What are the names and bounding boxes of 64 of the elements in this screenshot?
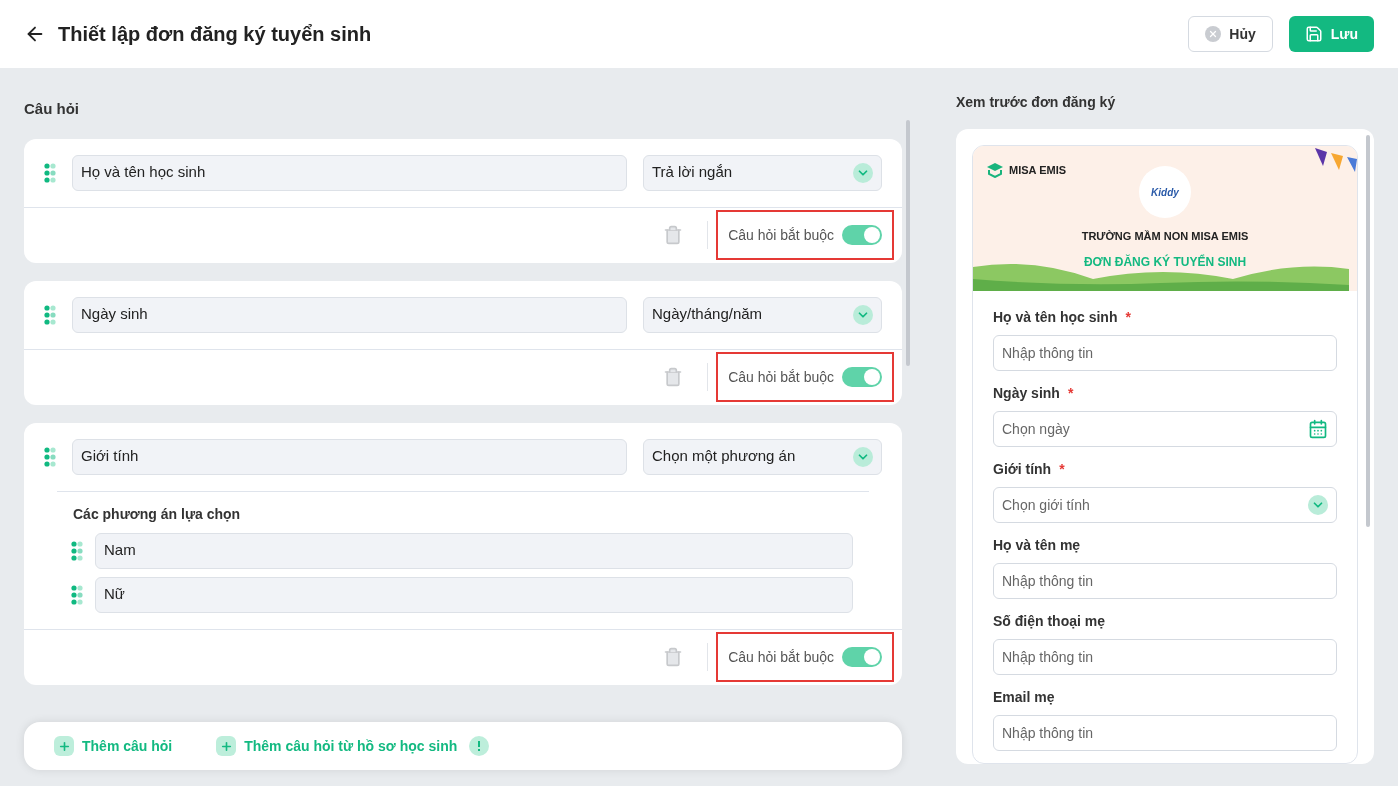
form-title: ĐƠN ĐĂNG KÝ TUYỂN SINH (1083, 253, 1247, 271)
required-label: Câu hỏi bắt buộc (728, 647, 834, 667)
toggle-switch[interactable] (842, 367, 882, 387)
drag-handle-icon[interactable] (71, 584, 83, 605)
chevron-down-icon (853, 446, 873, 467)
answer-type-select[interactable]: Chọn một phương án (643, 438, 882, 475)
placeholder: Chọn giới tính (1002, 495, 1090, 515)
input-field[interactable]: Chọn ngày (993, 411, 1337, 447)
required-label: Câu hỏi bắt buộc (728, 225, 834, 245)
toggle-switch[interactable] (842, 225, 882, 245)
drag-handle-icon[interactable] (44, 446, 56, 467)
required-label: Câu hỏi bắt buộc (728, 367, 834, 387)
input-field[interactable]: Nhập thông tin (993, 563, 1337, 599)
required-asterisk: * (1059, 460, 1065, 479)
option-field[interactable]: Nữ (95, 576, 853, 613)
toggle-switch[interactable] (842, 647, 882, 667)
calendar-icon (1308, 419, 1328, 439)
placeholder: Nhập thông tin (1002, 723, 1094, 743)
info-icon (469, 736, 490, 756)
field-label: Họ và tên học sinh (993, 308, 1118, 327)
logo-text: Kiddy (1151, 185, 1179, 200)
input-field[interactable]: Nhập thông tin (993, 715, 1337, 751)
answer-type-select[interactable]: Ngày/tháng/năm (643, 296, 882, 333)
required-asterisk: * (1067, 384, 1074, 403)
brand-name: MISA EMIS (1009, 163, 1067, 178)
placeholder: Chọn ngày (1002, 419, 1070, 439)
logo-icon (985, 162, 1005, 179)
input-field[interactable]: Nhập thông tin (993, 335, 1337, 371)
question-name-field[interactable]: Ngày sinh (72, 296, 627, 333)
input-field[interactable]: Nhập thông tin (993, 639, 1337, 675)
question-name-field[interactable]: Họ và tên học sinh (72, 154, 627, 191)
school-name: TRƯỜNG MẦM NON MISA EMIS (1081, 229, 1249, 244)
drag-handle-icon[interactable] (44, 304, 56, 325)
option-field[interactable]: Nam (95, 532, 853, 569)
chevron-down-icon (853, 162, 873, 183)
chevron-down-icon (853, 304, 873, 325)
field-label: Email mẹ (993, 688, 1055, 707)
save-icon (1304, 25, 1323, 43)
trash-icon[interactable] (663, 225, 684, 245)
placeholder: Nhập thông tin (1002, 571, 1094, 591)
plus-icon (216, 736, 237, 756)
placeholder: Nhập thông tin (1002, 343, 1094, 363)
bunting-flags-icon (1313, 146, 1357, 172)
close-icon (1205, 26, 1222, 42)
placeholder: Nhập thông tin (1002, 647, 1094, 667)
plus-icon (54, 736, 74, 756)
trash-icon[interactable] (663, 647, 684, 667)
trash-icon[interactable] (663, 367, 684, 387)
field-label: Giới tính (993, 460, 1052, 479)
cancel-button[interactable]: Hủy (1188, 16, 1273, 52)
select-field[interactable]: Chọn giới tính (993, 487, 1337, 523)
preview-title: Xem trước đơn đăng ký (956, 93, 1117, 112)
required-asterisk: * (1125, 308, 1131, 327)
section-title: Câu hỏi (24, 99, 80, 119)
answer-type-select[interactable]: Trả lời ngắn (643, 154, 882, 191)
chevron-down-icon (1308, 495, 1328, 515)
field-label: Ngày sinh (993, 384, 1060, 403)
field-label: Họ và tên mẹ (993, 536, 1081, 555)
drag-handle-icon[interactable] (71, 540, 83, 561)
drag-handle-icon[interactable] (44, 162, 56, 183)
field-label: Số điện thoại mẹ (993, 612, 1105, 631)
question-name-field[interactable]: Giới tính (72, 438, 627, 475)
page-title: Thiết lập đơn đăng ký tuyển sinh (58, 22, 372, 47)
options-title: Các phương án lựa chọn (72, 504, 242, 524)
